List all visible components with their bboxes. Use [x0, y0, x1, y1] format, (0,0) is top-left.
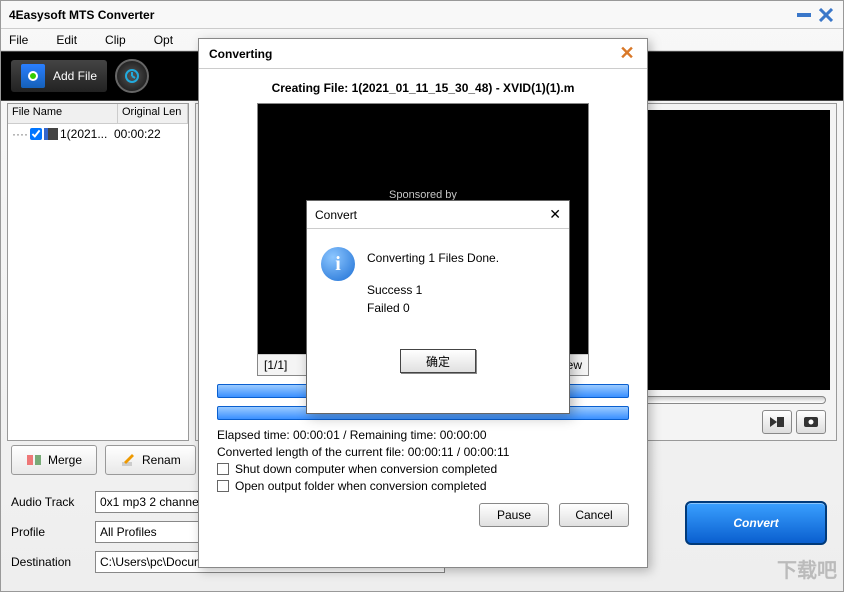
rename-button[interactable]: Renam	[105, 445, 196, 475]
menu-file[interactable]: File	[9, 33, 28, 47]
rename-icon	[120, 452, 136, 468]
info-icon: i	[321, 247, 355, 281]
converted-length: Converted length of the current file: 00…	[217, 445, 629, 459]
shutdown-label: Shut down computer when conversion compl…	[235, 462, 497, 476]
col-filename[interactable]: File Name	[8, 104, 118, 123]
minimize-button[interactable]	[795, 6, 813, 24]
row-checkbox[interactable]	[30, 128, 42, 140]
msgbox-title-bar: Convert ✕	[307, 201, 569, 229]
merge-button[interactable]: Merge	[11, 445, 97, 475]
film-icon	[44, 128, 58, 140]
msgbox-ok-button[interactable]: 确定	[400, 349, 476, 373]
file-list-header: File Name Original Len	[8, 104, 188, 124]
elapsed-time: Elapsed time: 00:00:01 / Remaining time:…	[217, 428, 629, 442]
file-row[interactable]: ···· 1(2021... 00:00:22	[8, 124, 188, 144]
convert-button[interactable]: Convert	[685, 501, 827, 545]
converting-title-bar: Converting ✕	[199, 39, 647, 69]
add-file-button[interactable]: Add File	[11, 60, 107, 92]
open-folder-label: Open output folder when conversion compl…	[235, 479, 487, 493]
msgbox-close-button[interactable]: ✕	[549, 206, 561, 223]
rename-label: Renam	[142, 453, 181, 467]
snapshot-button[interactable]	[796, 410, 826, 434]
pause-button[interactable]: Pause	[479, 503, 549, 527]
site-watermark: 下载吧	[777, 554, 837, 583]
msgbox-line3: Failed 0	[367, 301, 499, 315]
title-bar: 4Easysoft MTS Converter	[1, 1, 843, 29]
menu-edit[interactable]: Edit	[56, 33, 77, 47]
add-file-label: Add File	[53, 69, 97, 83]
toolbar-clock-button[interactable]	[115, 59, 149, 93]
profile-label: Profile	[11, 525, 89, 539]
row-name: 1(2021...	[60, 127, 112, 141]
action-buttons: Merge Renam	[11, 445, 196, 475]
merge-label: Merge	[48, 453, 82, 467]
row-length: 00:00:22	[114, 127, 161, 141]
msgbox-line1: Converting 1 Files Done.	[367, 251, 499, 265]
close-button[interactable]	[817, 6, 835, 24]
creating-file-label: Creating File: 1(2021_01_11_15_30_48) - …	[217, 81, 629, 95]
row-dots: ····	[12, 127, 28, 141]
shrink-button[interactable]	[762, 410, 792, 434]
destination-label: Destination	[11, 555, 89, 569]
shutdown-checkbox[interactable]	[217, 463, 229, 475]
cancel-button[interactable]: Cancel	[559, 503, 629, 527]
col-length[interactable]: Original Len	[118, 104, 188, 123]
converting-close-button[interactable]: ✕	[617, 44, 637, 64]
convert-msgbox: Convert ✕ i Converting 1 Files Done. Suc…	[306, 200, 570, 414]
convert-label: Convert	[733, 516, 778, 530]
menu-opt[interactable]: Opt	[154, 33, 173, 47]
counter-label: [1/1]	[264, 358, 287, 372]
open-folder-checkbox[interactable]	[217, 480, 229, 492]
add-file-icon	[21, 64, 45, 88]
msgbox-title: Convert	[315, 208, 357, 222]
audio-track-label: Audio Track	[11, 495, 89, 509]
menu-clip[interactable]: Clip	[105, 33, 126, 47]
msgbox-line2: Success 1	[367, 283, 499, 297]
app-title: 4Easysoft MTS Converter	[9, 8, 791, 22]
file-list-pane: File Name Original Len ···· 1(2021... 00…	[7, 103, 189, 441]
converting-title: Converting	[209, 47, 272, 61]
merge-icon	[26, 452, 42, 468]
